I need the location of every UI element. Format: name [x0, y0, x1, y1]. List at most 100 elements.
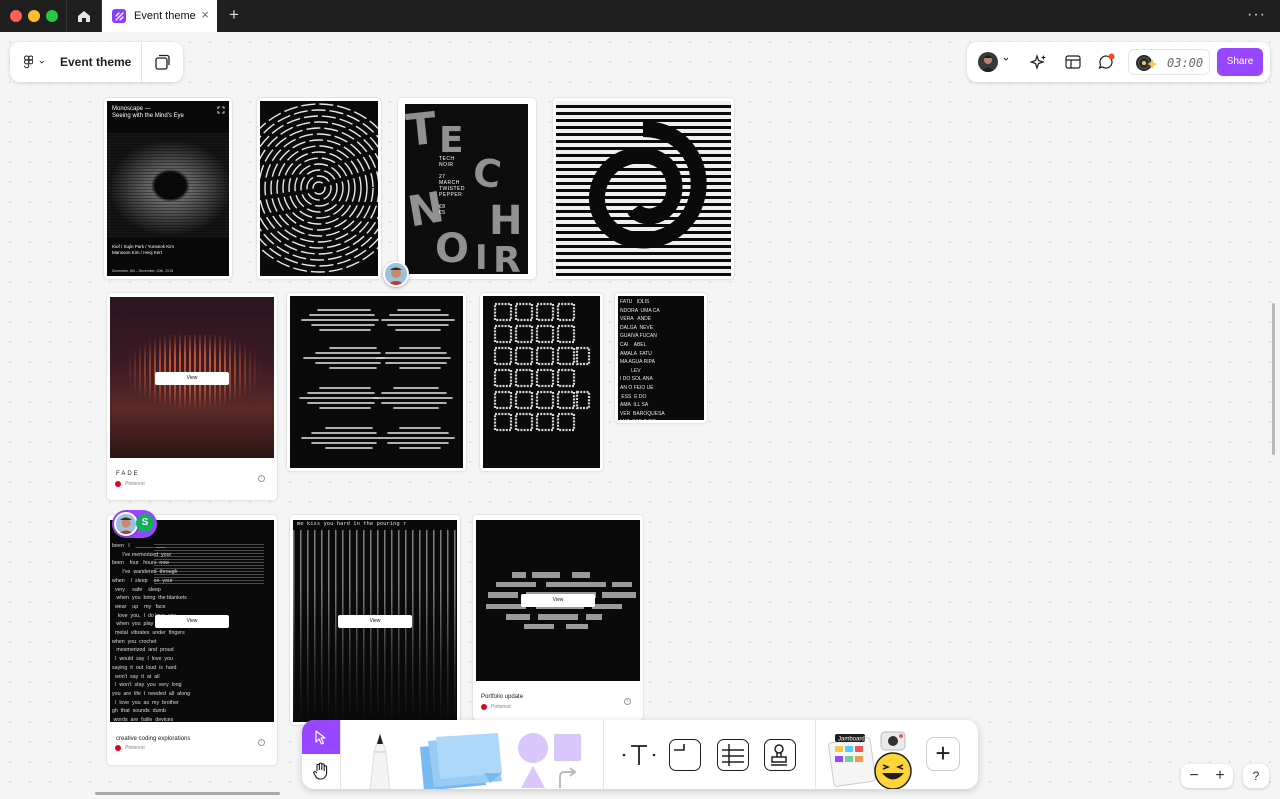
source-label: Pinterest: [491, 704, 511, 710]
svg-text:R: R: [493, 240, 521, 274]
horizontal-scrollbar[interactable]: [95, 792, 280, 795]
card-pixel-alphabet-poster[interactable]: [480, 293, 603, 471]
poster-credits: Kiof / Sujin Park / Yunseok Kim Mansoon …: [112, 244, 174, 255]
view-button[interactable]: View: [521, 594, 595, 607]
card-fade[interactable]: View FADE Pinterest i: [107, 293, 277, 500]
sticky-note-tool[interactable]: [414, 733, 506, 789]
layout-icon[interactable]: [1064, 53, 1082, 71]
card-portfolio-update[interactable]: View Portfolio update Pinterest i: [473, 515, 643, 720]
card-source: Pinterest: [115, 745, 145, 751]
table-icon: [722, 744, 744, 766]
poster-image: T E C H N O I R TECH NOIR 27 MARCH TWIST…: [405, 104, 528, 274]
card-source: Pinterest: [481, 704, 511, 710]
help-button[interactable]: ?: [1243, 764, 1269, 788]
poster-dates: December, 6th – December, 20th, 2015: [112, 269, 174, 273]
hand-tool-button[interactable]: [302, 754, 340, 789]
creation-toolbar: Jamboard +: [302, 720, 978, 789]
matrix-header-text: me kiss you hard in the pouring r: [297, 521, 407, 527]
pinterest-icon: [481, 704, 487, 710]
collage-words: FATU IOLIS NDORA UMA CA VERA ANDE DALGA …: [620, 299, 665, 420]
svg-text:O: O: [435, 226, 469, 272]
main-menu-button[interactable]: [24, 54, 46, 70]
zoom-out-button[interactable]: −: [1182, 765, 1206, 787]
card-matrix-rain-poster[interactable]: me kiss you hard in the pouring r View: [290, 515, 460, 725]
poster-image: been I ______ ___ I've memorized your be…: [110, 520, 274, 722]
poster-image: View: [110, 297, 274, 458]
file-toolbar: Event theme: [10, 42, 183, 82]
chevron-down-icon[interactable]: [1002, 55, 1010, 63]
poster-event-text: TECH NOIR 27 MARCH TWISTED PEPPER €8 €5: [439, 156, 465, 216]
section-icon: [674, 744, 685, 751]
collaborator-avatar[interactable]: [114, 512, 138, 536]
more-options-icon[interactable]: ···: [1247, 6, 1266, 24]
poem-text: been I ______ ___ I've memorized your be…: [112, 543, 191, 722]
info-icon[interactable]: i: [258, 475, 265, 482]
poster-image: [556, 101, 731, 276]
text-tool[interactable]: [622, 739, 656, 771]
home-tab-button[interactable]: [66, 0, 102, 32]
pinterest-icon: [115, 745, 121, 751]
svg-text:H: H: [489, 198, 522, 244]
comments-notification-icon[interactable]: [1097, 53, 1115, 71]
timer-widget[interactable]: 03:00: [1128, 49, 1210, 75]
striped-swirl-graphic: [556, 101, 731, 276]
view-button[interactable]: View: [155, 615, 229, 628]
section-tool[interactable]: [669, 739, 701, 771]
figma-logo-icon: [24, 55, 34, 69]
new-tab-button[interactable]: +: [224, 5, 244, 25]
user-avatar[interactable]: [978, 52, 998, 72]
card-title: creative coding explorations: [116, 736, 191, 742]
eye-visual: [107, 133, 229, 238]
view-button[interactable]: View: [338, 615, 412, 628]
card-word-collage-poster[interactable]: FATU IOLIS NDORA UMA CA VERA ANDE DALGA …: [615, 293, 707, 423]
card-concentric-poster[interactable]: [257, 98, 381, 279]
tab-close-icon[interactable]: ×: [201, 8, 209, 22]
tab-event-theme[interactable]: Event theme ×: [102, 0, 217, 32]
widgets-stickers-tool[interactable]: Jamboard: [827, 726, 919, 789]
stamp-label: Jamboard: [838, 737, 865, 743]
collaborator-avatar[interactable]: [383, 261, 409, 287]
source-label: Pinterest: [125, 481, 145, 487]
ai-sparkle-icon[interactable]: [1030, 53, 1048, 71]
window-maximize-button[interactable]: [46, 10, 58, 22]
stamp-icon: [771, 744, 787, 766]
card-monoscape-poster[interactable]: Monoscape — Seeing with the Mind's Eye K…: [104, 98, 232, 279]
stamp-tool[interactable]: [764, 739, 796, 771]
card-title: FADE: [116, 471, 140, 477]
hand-icon: [313, 762, 328, 780]
svg-text:E: E: [439, 120, 464, 161]
pages-icon[interactable]: [153, 53, 171, 71]
zoom-in-button[interactable]: +: [1208, 765, 1232, 787]
view-button[interactable]: View: [155, 372, 229, 385]
card-speed-lines-poster[interactable]: [287, 293, 466, 471]
poster-image: Monoscape — Seeing with the Mind's Eye K…: [107, 101, 229, 276]
window-minimize-button[interactable]: [28, 10, 40, 22]
more-tools-button[interactable]: +: [926, 737, 960, 771]
move-tool-button[interactable]: [302, 720, 340, 754]
text-icon: [622, 745, 656, 765]
card-tech-noir-poster[interactable]: T E C H N O I R TECH NOIR 27 MARCH TWIST…: [398, 98, 536, 279]
speed-lines-graphic: [299, 309, 455, 449]
share-button[interactable]: Share: [1217, 48, 1263, 76]
poster-image: [290, 296, 463, 468]
file-name[interactable]: Event theme: [60, 55, 131, 69]
vertical-scrollbar[interactable]: [1272, 303, 1275, 455]
info-icon[interactable]: i: [258, 739, 265, 746]
poster-image: [483, 296, 600, 468]
tech-noir-typography: T E C H N O I R: [405, 104, 522, 274]
pixel-letters-graphic: [493, 302, 591, 432]
marker-pen-tool[interactable]: [360, 732, 400, 789]
home-icon: [78, 10, 90, 22]
figjam-file-icon: [112, 9, 126, 23]
concentric-rings-graphic: [260, 103, 378, 273]
card-striped-spiral-poster[interactable]: [553, 98, 734, 279]
window-close-button[interactable]: [10, 10, 22, 22]
info-icon[interactable]: i: [624, 698, 631, 705]
table-tool[interactable]: [717, 739, 749, 771]
collaborator-initial-avatar[interactable]: S: [136, 514, 154, 532]
divider: [815, 720, 816, 789]
card-creative-coding[interactable]: been I ______ ___ I've memorized your be…: [107, 515, 277, 765]
card-title: Portfolio update: [481, 694, 524, 700]
poster-image: me kiss you hard in the pouring r View: [293, 520, 457, 722]
shape-tool[interactable]: [514, 732, 584, 789]
